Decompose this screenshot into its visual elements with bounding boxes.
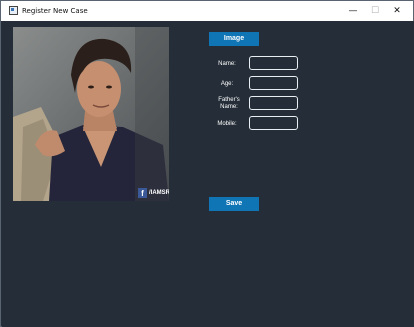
father-name-label-line2: Name: [220,104,238,110]
name-field[interactable] [249,56,298,70]
photo-illustration [13,27,169,201]
window-title: Register New Case [22,7,88,15]
mobile-label: Mobile: [217,121,237,127]
name-label: Name: [218,61,236,67]
minimize-button[interactable]: — [341,1,365,21]
register-window: Register New Case — ☐ ✕ f /IAMSR Image N… [0,0,414,327]
person-photo: f /IAMSR [13,27,169,201]
age-label: Age: [220,81,234,87]
father-name-label-line1: Father's [218,97,240,103]
father-name-field[interactable] [249,96,298,110]
facebook-icon: f [138,188,147,198]
main-content: f /IAMSR Image Name: Age: Father's Name:… [2,21,414,327]
close-button[interactable]: ✕ [385,1,409,21]
father-name-label: Father's Name: [212,97,246,111]
save-button[interactable]: Save [209,197,259,211]
image-button[interactable]: Image [209,32,259,46]
title-bar[interactable]: Register New Case — ☐ ✕ [1,1,413,21]
maximize-button[interactable]: ☐ [363,1,387,21]
facebook-handle: /IAMSR [149,190,169,196]
facebook-badge: f /IAMSR [138,187,169,199]
app-window-icon [9,6,18,15]
mobile-field[interactable] [249,116,298,130]
age-field[interactable] [249,76,298,90]
